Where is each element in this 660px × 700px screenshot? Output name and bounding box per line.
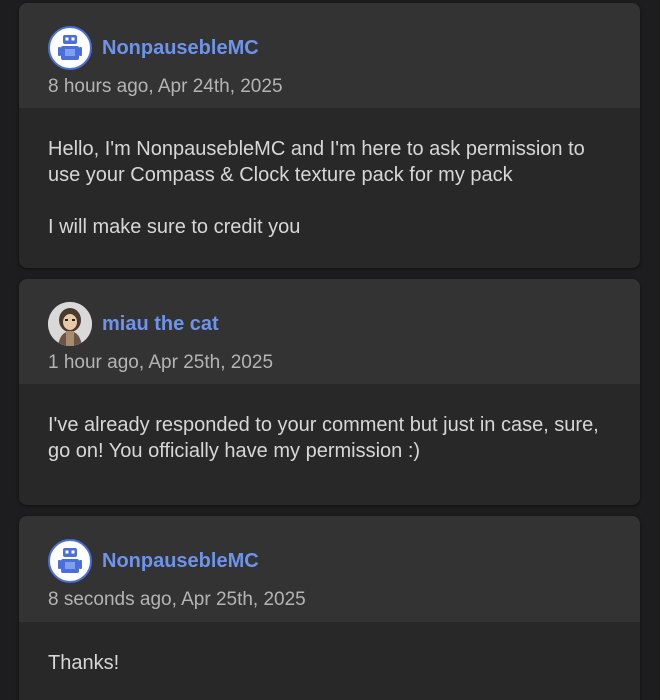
comment-paragraph: Thanks! [48,652,120,674]
robot-avatar-icon[interactable] [48,26,92,70]
comment-card: miau the cat 1 hour ago, Apr 25th, 2025 … [19,279,640,505]
author-username[interactable]: NonpausebleMC [102,37,259,60]
author-row: NonpausebleMC [48,23,640,73]
comment-feed: NonpausebleMC 8 hours ago, Apr 24th, 202… [0,0,660,700]
comment-body: I've already responded to your comment b… [19,384,640,464]
comment-header: NonpausebleMC 8 hours ago, Apr 24th, 202… [19,3,640,108]
comment-card: NonpausebleMC 8 seconds ago, Apr 25th, 2… [19,516,640,700]
comment-body: Thanks! [19,622,640,676]
author-row: miau the cat [48,299,640,349]
author-username[interactable]: NonpausebleMC [102,550,259,573]
cat-avatar-icon[interactable] [48,302,92,346]
comment-timestamp: 8 seconds ago, Apr 25th, 2025 [48,589,306,610]
comment-body: Hello, I'm NonpausebleMC and I'm here to… [19,108,640,240]
robot-avatar-icon[interactable] [48,539,92,583]
comment-card: NonpausebleMC 8 hours ago, Apr 24th, 202… [19,3,640,268]
comment-timestamp: 1 hour ago, Apr 25th, 2025 [48,352,274,373]
author-username[interactable]: miau the cat [102,313,219,336]
comment-header: miau the cat 1 hour ago, Apr 25th, 2025 [19,279,640,384]
author-row: NonpausebleMC [48,536,640,586]
comment-paragraph: Hello, I'm NonpausebleMC and I'm here to… [48,138,585,186]
comment-paragraph: I've already responded to your comment b… [48,414,599,462]
comment-header: NonpausebleMC 8 seconds ago, Apr 25th, 2… [19,516,640,622]
comment-paragraph: I will make sure to credit you [48,216,301,238]
comment-timestamp: 8 hours ago, Apr 24th, 2025 [48,76,283,97]
